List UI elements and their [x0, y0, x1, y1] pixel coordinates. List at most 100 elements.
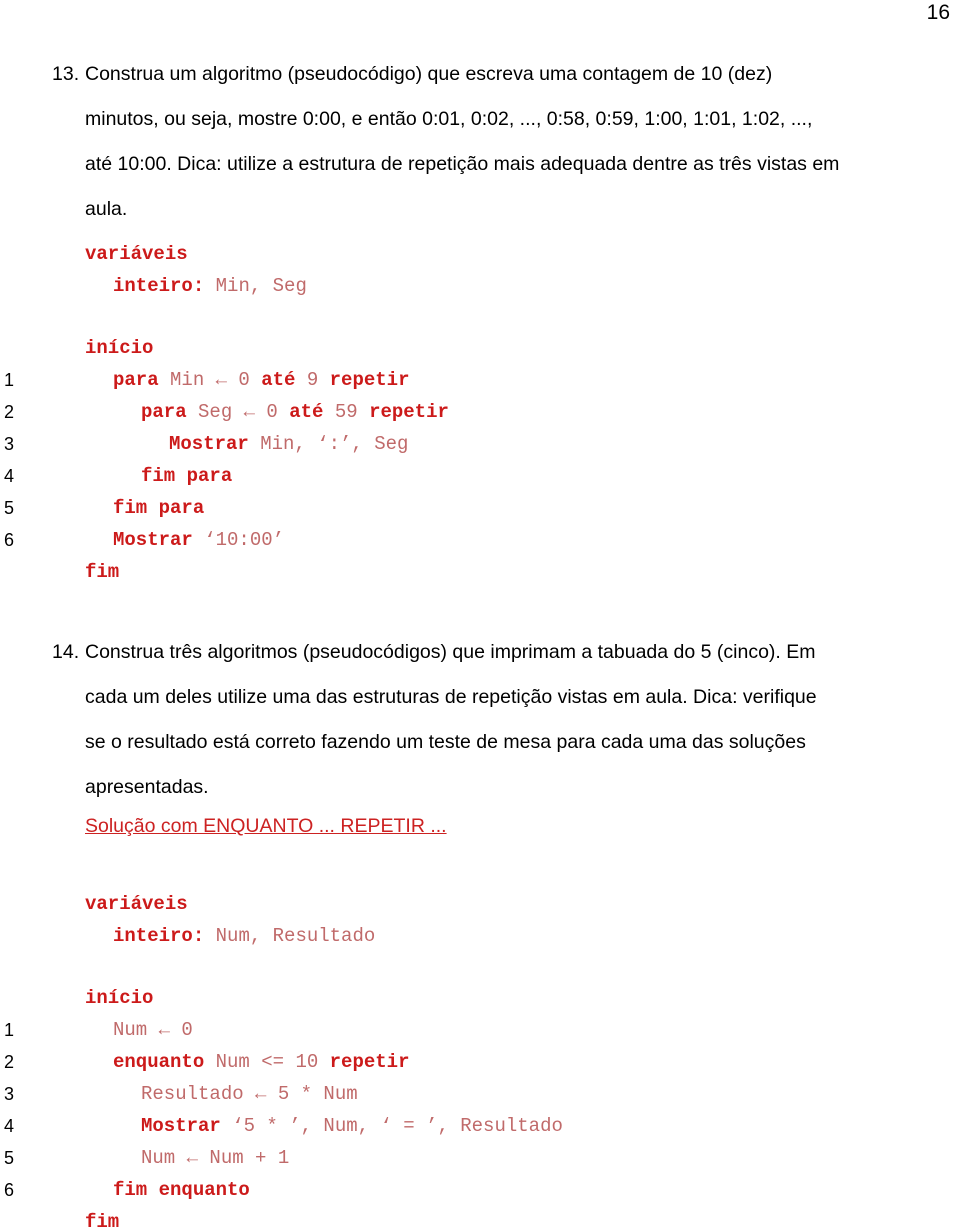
code-keyword: Mostrar	[113, 529, 205, 551]
code-keyword: fim para	[113, 497, 205, 519]
exercise-text-line: Construa um algoritmo (pseudocódigo) que…	[85, 63, 773, 85]
code-keyword: variáveis	[85, 893, 188, 915]
document-page: 16 13. Construa um algoritmo (pseudocódi…	[0, 0, 960, 1228]
code-line-number: 4	[4, 466, 15, 486]
code-line-number: 2	[4, 402, 15, 422]
code-line-number: 3	[4, 1084, 15, 1104]
code-line-number: 3	[4, 434, 15, 454]
exercise-text-line: aula.	[85, 198, 128, 220]
code-line: fim	[0, 556, 930, 588]
code-line-text: Resultado ← 5 * Num	[85, 1078, 930, 1110]
code-line-text: variáveis	[85, 888, 930, 920]
solution-subheading: Solução com ENQUANTO ... REPETIR ...	[85, 815, 447, 837]
pseudocode-block-counter: variáveis inteiro: Min, Seg início 1 para Mi…	[0, 238, 930, 588]
code-line-text: Mostrar Min, ‘:’, Seg	[85, 428, 930, 460]
code-line: inteiro: Min, Seg	[0, 270, 930, 302]
pseudocode-block-times-table: variáveis inteiro: Num, Resultado início 1 N…	[0, 888, 930, 1228]
code-line: 5 Num ← Num + 1	[0, 1142, 930, 1174]
code-line: início	[0, 982, 930, 1014]
code-keyword: para	[113, 369, 171, 391]
code-keyword: :	[192, 925, 216, 947]
code-line-text: fim para	[85, 460, 930, 492]
code-line-text: enquanto Num <= 10 repetir	[85, 1046, 930, 1078]
code-line-number: 6	[4, 530, 15, 550]
code-line-text: inteiro: Num, Resultado	[85, 920, 930, 952]
code-keyword: repetir	[329, 369, 410, 391]
code-line-text: fim	[85, 556, 930, 588]
code-line-text: início	[85, 332, 930, 364]
code-line-number: 5	[4, 1148, 15, 1168]
code-line: 3 Mostrar Min, ‘:’, Seg	[0, 428, 930, 460]
exercise-text-line: cada um deles utilize uma das estruturas…	[85, 686, 817, 708]
code-line: fim	[0, 1206, 930, 1228]
code-line-number: 2	[4, 1052, 15, 1072]
code-keyword: :	[192, 275, 216, 297]
code-line: início	[0, 332, 930, 364]
code-identifier: Min, ‘:’, Seg	[260, 433, 409, 455]
code-keyword: até	[261, 369, 307, 391]
exercise-text: Construa três algoritmos (pseudocódigos)…	[85, 630, 954, 810]
code-keyword: até	[289, 401, 335, 423]
exercise-text-line: se o resultado está correto fazendo um t…	[85, 731, 806, 753]
code-line-text: variáveis	[85, 238, 930, 270]
exercise-text-line: minutos, ou seja, mostre 0:00, e então 0…	[85, 108, 813, 130]
code-line-text: fim para	[85, 492, 930, 524]
exercise-item-14: 14. Construa três algoritmos (pseudocódi…	[52, 630, 954, 810]
code-line: 6 fim enquanto	[0, 1174, 930, 1206]
code-line-text: Mostrar ‘10:00’	[85, 524, 930, 556]
code-keyword: fim	[85, 1211, 120, 1228]
code-line: 2 enquanto Num <= 10 repetir	[0, 1046, 930, 1078]
code-line: 6 Mostrar ‘10:00’	[0, 524, 930, 556]
code-keyword: inteiro	[113, 925, 193, 947]
code-line: inteiro: Num, Resultado	[0, 920, 930, 952]
code-line-number: 1	[4, 370, 15, 390]
code-line-text: inteiro: Min, Seg	[85, 270, 930, 302]
exercise-text: Construa um algoritmo (pseudocódigo) que…	[85, 52, 954, 232]
code-line: 5 fim para	[0, 492, 930, 524]
code-keyword: repetir	[329, 1051, 410, 1073]
code-identifier: Num <= 10	[215, 1051, 330, 1073]
code-identifier: Num ← Num + 1	[141, 1147, 290, 1169]
exercise-text-line: Construa três algoritmos (pseudocódigos)…	[85, 641, 816, 663]
code-line-number: 4	[4, 1116, 15, 1136]
code-keyword: inteiro	[113, 275, 193, 297]
code-identifier: Min, Seg	[215, 275, 307, 297]
code-line-text: Num ← 0	[85, 1014, 930, 1046]
code-line: variáveis	[0, 238, 930, 270]
code-line-number: 6	[4, 1180, 15, 1200]
exercise-number: 13.	[52, 63, 80, 85]
exercise-item-13: 13. Construa um algoritmo (pseudocódigo)…	[52, 52, 954, 232]
code-keyword: fim	[85, 561, 120, 583]
code-line-number: 5	[4, 498, 15, 518]
code-line: variáveis	[0, 888, 930, 920]
code-line: 1 Num ← 0	[0, 1014, 930, 1046]
code-line: 3 Resultado ← 5 * Num	[0, 1078, 930, 1110]
code-keyword: Mostrar	[169, 433, 261, 455]
code-keyword: início	[85, 987, 154, 1009]
code-line-text: para Min ← 0 até 9 repetir	[85, 364, 930, 396]
code-keyword: para	[141, 401, 199, 423]
exercise-number: 14.	[52, 641, 80, 663]
code-line-text: Num ← Num + 1	[85, 1142, 930, 1174]
code-line-text: Mostrar ‘5 * ’, Num, ‘ = ’, Resultado	[85, 1110, 930, 1142]
code-line-text: início	[85, 982, 930, 1014]
code-line: 1 para Min ← 0 até 9 repetir	[0, 364, 930, 396]
code-identifier: Seg ← 0	[198, 401, 290, 423]
code-line: 2 para Seg ← 0 até 59 repetir	[0, 396, 930, 428]
code-line-number: 1	[4, 1020, 15, 1040]
code-line-text: para Seg ← 0 até 59 repetir	[85, 396, 930, 428]
code-identifier: Resultado ← 5 * Num	[141, 1083, 358, 1105]
exercise-text-line: apresentadas.	[85, 776, 209, 798]
code-identifier: Num, Resultado	[215, 925, 376, 947]
code-keyword: início	[85, 337, 154, 359]
code-identifier: ‘10:00’	[204, 529, 285, 551]
code-identifier: Min ← 0	[170, 369, 262, 391]
code-line-text: fim enquanto	[85, 1174, 930, 1206]
code-keyword: Mostrar	[141, 1115, 233, 1137]
code-keyword: repetir	[369, 401, 449, 423]
code-keyword: variáveis	[85, 243, 188, 265]
code-identifier: 59	[334, 401, 370, 423]
page-number: 16	[926, 1, 950, 24]
